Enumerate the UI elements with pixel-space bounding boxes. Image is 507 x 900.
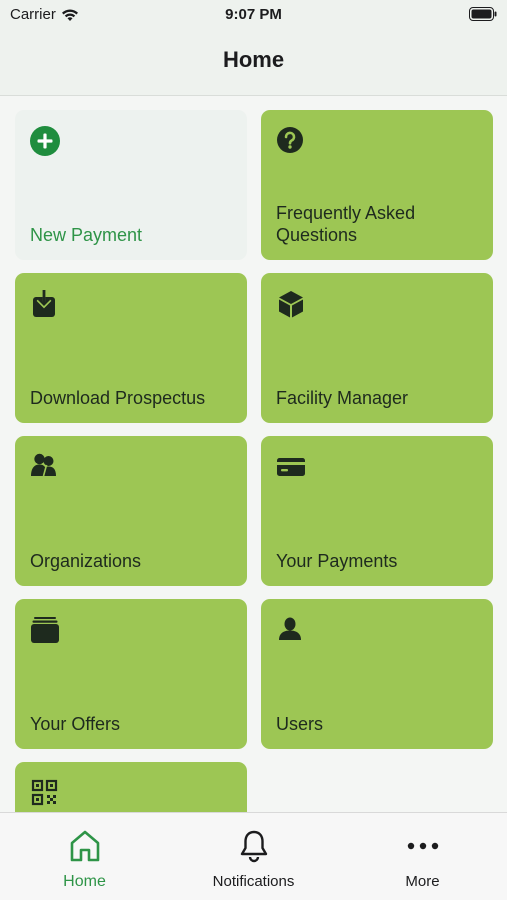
tile-users[interactable]: Users <box>261 599 493 749</box>
tab-more[interactable]: More <box>338 813 507 900</box>
tile-your-payments[interactable]: Your Payments <box>261 436 493 586</box>
tile-label: Frequently Asked Questions <box>276 203 416 245</box>
page-title: Home <box>222 47 285 72</box>
tab-home[interactable]: Home <box>0 813 169 900</box>
navigation-bar: Home <box>0 30 507 96</box>
tile-label: Facility Manager <box>276 388 409 408</box>
tile-organizations[interactable]: Organizations <box>15 436 247 586</box>
tab-bar: Home Notifications More <box>0 812 507 900</box>
tile-label: Organizations <box>30 551 142 571</box>
download-box-icon <box>33 290 55 317</box>
status-bar: Carrier 9:07 PM <box>0 0 507 30</box>
tile-qr-code[interactable] <box>15 762 247 812</box>
tile-label: New Payment <box>30 225 143 245</box>
people-icon <box>31 453 56 477</box>
tile-label: Users <box>276 714 324 734</box>
cube-icon <box>279 291 303 318</box>
plus-circle-icon <box>30 126 60 156</box>
tab-label: Home <box>63 873 106 890</box>
person-icon <box>279 617 301 640</box>
home-tile-grid[interactable]: New Payment Frequently Asked Questions D… <box>15 110 493 812</box>
tile-label: Your Offers <box>30 714 121 734</box>
tile-faq[interactable]: Frequently Asked Questions <box>261 110 493 260</box>
question-circle-icon <box>277 127 303 153</box>
tile-facility-manager[interactable]: Facility Manager <box>261 273 493 423</box>
status-time: 9:07 PM <box>225 6 282 23</box>
tile-download-prospectus[interactable]: Download Prospectus <box>15 273 247 423</box>
qr-code-icon <box>31 779 58 806</box>
tab-notifications[interactable]: Notifications <box>169 813 338 900</box>
home-icon <box>70 830 99 862</box>
tab-label: Notifications <box>212 873 295 890</box>
battery-icon <box>469 7 497 21</box>
bell-icon <box>240 830 267 863</box>
tile-your-offers[interactable]: Your Offers <box>15 599 247 749</box>
more-dots-icon <box>407 842 438 850</box>
tile-new-payment[interactable]: New Payment <box>15 110 247 260</box>
tile-label: Your Payments <box>276 551 398 571</box>
tab-label: More <box>405 873 440 890</box>
tile-label: Download Prospectus <box>30 388 206 408</box>
wallet-icon <box>31 617 59 643</box>
credit-card-icon <box>277 458 305 476</box>
